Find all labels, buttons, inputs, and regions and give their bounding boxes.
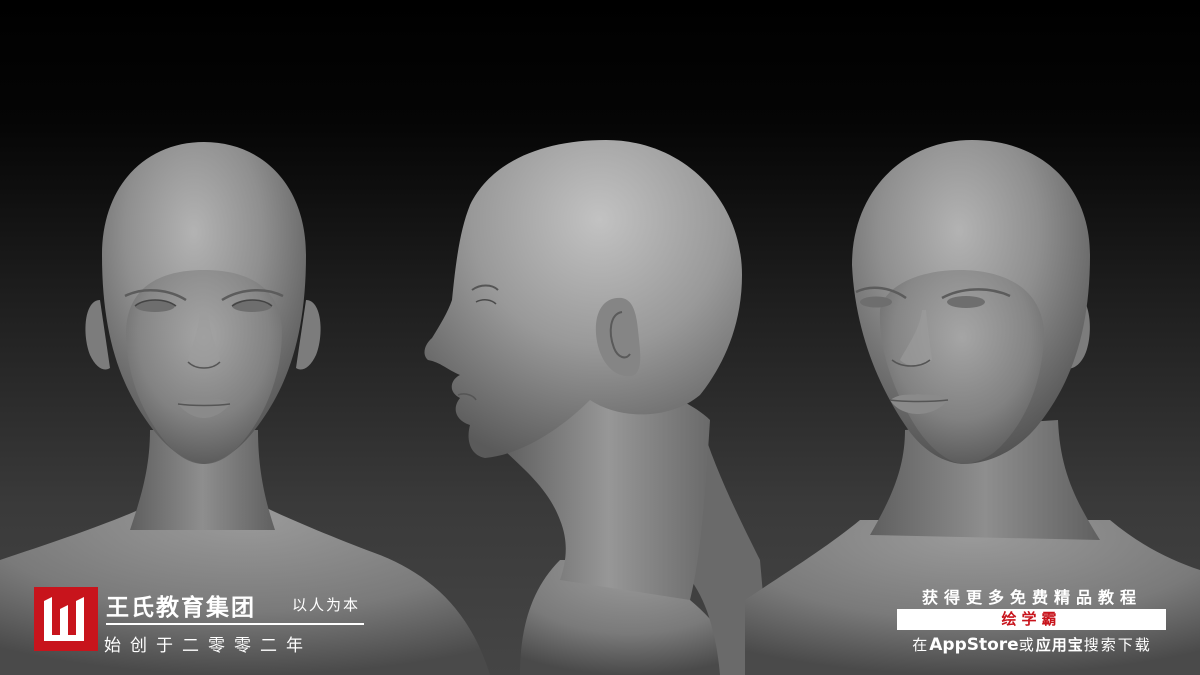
promo-headline: 获得更多免费精品教程 (921, 588, 1142, 607)
promo-store-b: 应用宝 (1035, 636, 1084, 654)
brand-logo (34, 587, 98, 651)
brand-name: 王氏教育集团 (106, 595, 256, 621)
brand-divider (106, 623, 364, 625)
promo-download-instructions: 在AppStore或应用宝搜索下载 (897, 634, 1167, 655)
brand-w-logo-icon (44, 597, 84, 641)
promo-search-prefix: 在 (912, 636, 930, 654)
brand-slogan: 以人为本 (292, 596, 361, 614)
brand-founded-year: 始创于二零零二年 (104, 636, 312, 656)
bust-profile-view (424, 140, 770, 675)
promo-search-suffix: 搜索下载 (1083, 636, 1152, 654)
promo-connector: 或 (1018, 636, 1036, 654)
promo-app-banner: 绘学霸 (897, 609, 1166, 630)
head-sculpt-render (0, 140, 1200, 675)
image-canvas: 王氏教育集团 以人为本 始创于二零零二年 获得更多免费精品教程 绘学霸 在App… (0, 0, 1200, 675)
promo-store-a: AppStore (929, 635, 1019, 655)
promo-app-name: 绘学霸 (1001, 610, 1062, 628)
